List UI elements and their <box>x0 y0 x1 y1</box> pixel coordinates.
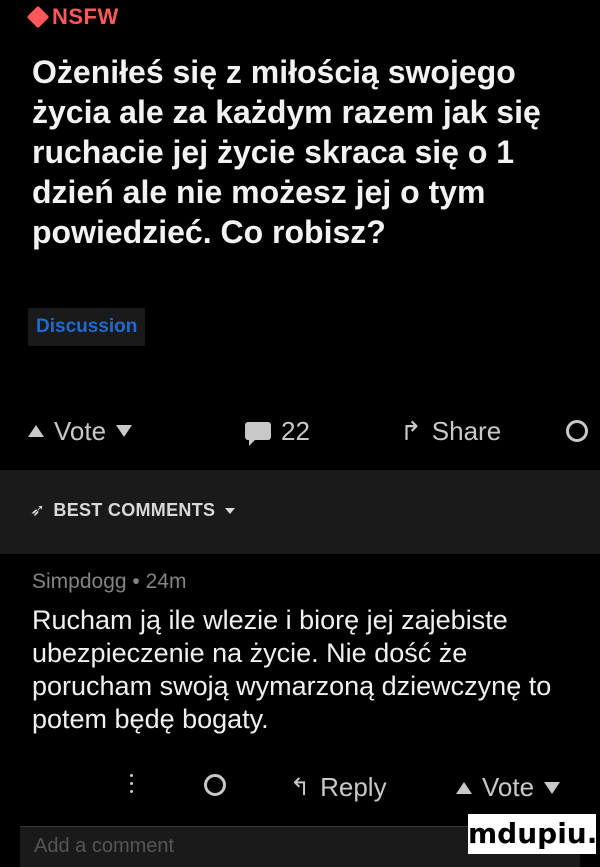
downvote-icon[interactable] <box>544 781 561 794</box>
comment: Simpdogg • 24m Rucham ją ile wlezie i bi… <box>0 554 600 856</box>
comment-actions: ↰ Reply Vote <box>0 768 600 812</box>
share-button[interactable]: ↱ Share <box>400 416 501 447</box>
comment-meta: Simpdogg • 24m <box>32 570 186 594</box>
best-comments-label: BEST COMMENTS <box>53 500 216 520</box>
vote-label: Vote <box>54 415 107 446</box>
reply-icon: ↰ <box>290 774 311 801</box>
comment-icon <box>245 422 271 446</box>
comment-age: 24m <box>145 570 187 593</box>
comment-body: Rucham ją ile wlezie i biorę jej zajebis… <box>32 605 552 734</box>
award-button[interactable] <box>566 420 588 442</box>
comment-award-button[interactable] <box>204 774 226 796</box>
meta-separator: • <box>132 570 146 593</box>
post-header: NSFW Ożeniłeś się z miłością swojego życ… <box>0 0 600 446</box>
post-title[interactable]: Ożeniłeś się z miłością swojego życia al… <box>32 52 572 252</box>
comment-vote-label: Vote <box>482 772 535 802</box>
best-comments-bar[interactable]: ➶ BEST COMMENTS <box>0 470 600 554</box>
nsfw-icon <box>26 5 50 29</box>
nsfw-tag: NSFW <box>26 4 119 30</box>
rocket-icon: ➶ <box>30 500 46 520</box>
post-actions: Vote 22 ↱ Share <box>0 408 600 454</box>
share-icon: ↱ <box>400 415 422 446</box>
upvote-icon[interactable] <box>28 425 44 437</box>
comment-author[interactable]: Simpdogg <box>32 570 127 593</box>
reply-label: Reply <box>320 772 387 802</box>
add-comment-placeholder: Add a comment <box>34 835 175 857</box>
nsfw-label: NSFW <box>52 4 119 29</box>
post-flair[interactable]: Discussion <box>28 308 146 346</box>
more-options-icon[interactable] <box>130 774 133 793</box>
share-label: Share <box>431 415 502 446</box>
award-icon <box>204 774 226 796</box>
award-icon <box>566 420 588 442</box>
watermark: mdupiu.pl <box>468 814 600 854</box>
vote-control: Vote <box>28 415 133 447</box>
upvote-icon[interactable] <box>456 781 472 794</box>
chevron-down-icon <box>225 507 236 514</box>
reply-button[interactable]: ↰ Reply <box>290 772 387 803</box>
comment-vote-control: Vote <box>456 772 561 803</box>
comments-button[interactable]: 22 <box>245 416 310 447</box>
downvote-icon[interactable] <box>116 425 133 437</box>
comment-count: 22 <box>281 415 310 446</box>
